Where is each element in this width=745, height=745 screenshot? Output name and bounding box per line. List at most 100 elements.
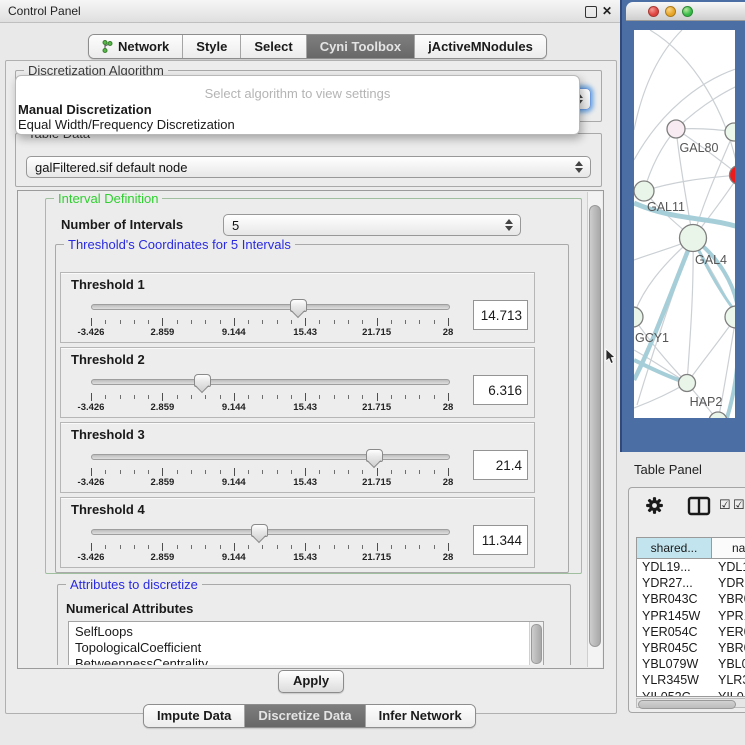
network-node[interactable] (667, 120, 685, 138)
tab-impute-data[interactable]: Impute Data (144, 705, 245, 727)
combo-stepper-icon (505, 219, 513, 231)
tick-label: 28 (443, 327, 454, 338)
network-node[interactable] (725, 306, 735, 328)
list-scrollbar-thumb[interactable] (531, 624, 542, 664)
tick-mark (377, 543, 378, 551)
algorithm-dropdown-popup: Select algorithm to view settings Manual… (15, 75, 580, 135)
table-row[interactable]: YDL19... YDL1 (637, 559, 745, 575)
checkbox-icon[interactable]: ☑ (719, 497, 731, 513)
tick-mark (419, 470, 420, 474)
list-scrollbar[interactable] (529, 622, 543, 665)
network-edge (634, 238, 693, 380)
table-row[interactable]: YBR043C YBR0 (637, 591, 745, 607)
close-traffic-light[interactable] (648, 6, 659, 17)
column-header-name[interactable]: na (712, 538, 745, 558)
interval-definition-title: Interval Definition (54, 192, 162, 206)
popup-item-equal-width[interactable]: Equal Width/Frequency Discretization (18, 118, 235, 132)
threshold-value-field[interactable]: 6.316 (473, 375, 528, 405)
tab-infer-network[interactable]: Infer Network (366, 705, 475, 727)
tick-mark (448, 543, 449, 551)
network-graph[interactable]: GAL80GACGAL11GAL4GCY1HHAP2 (634, 30, 735, 418)
tab-discretize-data[interactable]: Discretize Data (245, 705, 365, 727)
table-row[interactable]: YPR145W YPR1 (637, 608, 745, 624)
slider-tick-labels: -3.4262.8599.14415.4321.71528 (91, 327, 448, 338)
apply-button[interactable]: Apply (278, 670, 344, 693)
table-header-row: shared... na (637, 538, 745, 559)
table-row[interactable]: YBR045C YBR0 (637, 640, 745, 656)
float-window-icon[interactable] (585, 6, 597, 18)
tick-mark (434, 320, 435, 324)
tick-label: -3.426 (78, 402, 105, 413)
tick-mark (177, 545, 178, 549)
tick-mark (348, 320, 349, 324)
number-of-intervals-combo[interactable]: 5 (223, 214, 521, 236)
gear-icon[interactable] (644, 495, 665, 521)
threshold-slider-track[interactable] (91, 529, 450, 535)
table-row[interactable]: YLR345W YLR3 (637, 672, 745, 688)
tick-mark (134, 545, 135, 549)
threshold-label: Threshold 3 (71, 427, 145, 442)
settings-scrollbar-thumb[interactable] (589, 205, 601, 647)
table-hscrollbar[interactable] (636, 698, 745, 708)
tick-mark (291, 320, 292, 324)
tick-mark (220, 545, 221, 549)
columns-icon[interactable] (687, 496, 711, 521)
threshold-slider-track[interactable] (91, 379, 450, 385)
threshold-slider-thumb[interactable] (251, 524, 268, 537)
network-node[interactable] (680, 225, 707, 252)
attribute-list-item[interactable]: SelfLoops (75, 624, 543, 640)
tick-mark (220, 395, 221, 399)
table-row[interactable]: YBL079W YBL0 (637, 656, 745, 672)
tick-mark (120, 395, 121, 399)
network-canvas[interactable]: GAL80GACGAL11GAL4GCY1HHAP2 (634, 30, 735, 418)
checkbox-icon[interactable]: ☑ (733, 497, 745, 513)
settings-scrollbar[interactable] (587, 192, 602, 667)
network-node[interactable] (634, 307, 643, 327)
threshold-value-field[interactable]: 21.4 (473, 450, 528, 480)
table-panel-title: Table Panel (634, 462, 702, 477)
network-node-label: HAP2 (690, 395, 723, 409)
table-data-combo[interactable]: galFiltered.sif default node (26, 156, 591, 178)
table-row[interactable]: YDR27... YDR2 (637, 575, 745, 591)
tab-style[interactable]: Style (183, 35, 241, 58)
threshold-slider-thumb[interactable] (290, 299, 307, 312)
network-node[interactable] (725, 123, 735, 141)
threshold-slider-thumb[interactable] (366, 449, 383, 462)
tick-label: 21.715 (362, 477, 391, 488)
popup-item-manual-discretization[interactable]: Manual Discretization (18, 103, 152, 117)
cell-name: YDR2 (711, 575, 745, 591)
table-panel: ☑ ☑ shared... na YDL19... YDL1 YDR27... … (628, 487, 745, 713)
attribute-list-item[interactable]: TopologicalCoefficient (75, 640, 543, 656)
tick-mark (419, 395, 420, 399)
threshold-value-field[interactable]: 14.713 (473, 300, 528, 330)
threshold-slider-track[interactable] (91, 454, 450, 460)
threshold-slider-track[interactable] (91, 304, 450, 310)
network-node[interactable] (634, 181, 654, 201)
network-node[interactable] (679, 375, 696, 392)
tab-network[interactable]: Network (89, 35, 183, 58)
cell-name: YBR0 (711, 640, 745, 656)
close-icon[interactable]: ✕ (602, 4, 612, 18)
tick-mark (162, 468, 163, 476)
threshold-slider-thumb[interactable] (194, 374, 211, 387)
tick-label: 9.144 (222, 402, 246, 413)
tab-jactivemnodules[interactable]: jActiveMNodules (415, 35, 546, 58)
minimize-traffic-light[interactable] (665, 6, 676, 17)
tick-label: 9.144 (222, 552, 246, 563)
attribute-list-item[interactable]: BetweennessCentrality (75, 656, 543, 665)
table-row[interactable]: YER054C YER0 (637, 624, 745, 640)
table-hscrollbar-thumb[interactable] (638, 700, 736, 709)
tick-mark (120, 320, 121, 324)
threshold-value-field[interactable]: 11.344 (473, 525, 528, 555)
column-header-shared-name[interactable]: shared... (637, 538, 712, 558)
numerical-attributes-list[interactable]: SelfLoops TopologicalCoefficient Between… (68, 621, 544, 665)
tick-mark (277, 470, 278, 474)
tick-label: -3.426 (78, 327, 105, 338)
tab-cyni-toolbox[interactable]: Cyni Toolbox (307, 35, 415, 58)
tab-select[interactable]: Select (241, 35, 306, 58)
tick-mark (105, 320, 106, 324)
tick-mark (305, 393, 306, 401)
tick-mark (105, 545, 106, 549)
zoom-traffic-light[interactable] (682, 6, 693, 17)
table-row[interactable]: YIL052C YIL0 (637, 689, 745, 698)
